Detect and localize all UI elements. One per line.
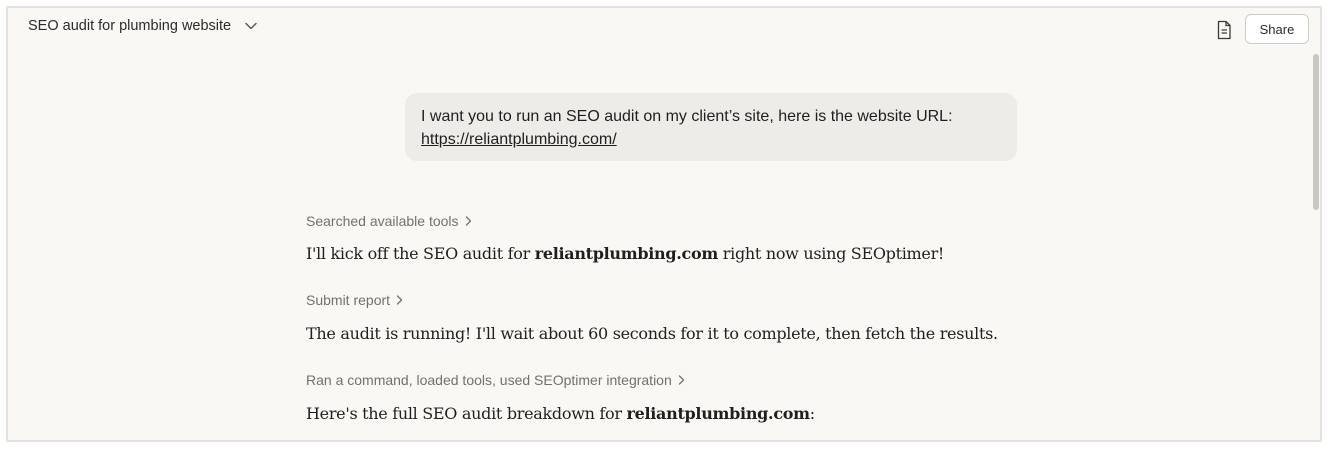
tool-step-submit-report[interactable]: Submit report <box>306 292 403 308</box>
tool-step-label: Submit report <box>306 292 391 308</box>
chevron-right-icon <box>465 216 472 226</box>
chevron-right-icon <box>396 295 403 305</box>
chat-header: SEO audit for plumbing website Share <box>8 8 1320 52</box>
document-icon[interactable] <box>1215 20 1233 40</box>
assistant-message: Here's the full SEO audit breakdown for … <box>306 404 815 423</box>
message-text: Here's the full SEO audit breakdown for <box>306 404 627 423</box>
message-text: right now using SEOptimer! <box>718 244 945 263</box>
chevron-right-icon <box>678 375 685 385</box>
user-message-text: I want you to run an SEO audit on my cli… <box>421 108 953 125</box>
website-url-link[interactable]: https://reliantplumbing.com/ <box>421 131 617 148</box>
assistant-message: The audit is running! I'll wait about 60… <box>306 324 998 343</box>
conversation-title: SEO audit for plumbing website <box>28 18 232 34</box>
tool-step-label: Ran a command, loaded tools, used SEOpti… <box>306 372 672 388</box>
user-message-bubble: I want you to run an SEO audit on my cli… <box>405 93 1017 161</box>
chat-window: SEO audit for plumbing website Share I w… <box>6 6 1322 442</box>
message-text: : <box>809 404 815 423</box>
message-bold-domain: reliantplumbing.com <box>626 404 810 423</box>
share-button[interactable]: Share <box>1245 14 1309 44</box>
assistant-message: I'll kick off the SEO audit for reliantp… <box>306 244 944 263</box>
message-text: I'll kick off the SEO audit for <box>306 244 535 263</box>
message-bold-domain: reliantplumbing.com <box>534 244 719 263</box>
chevron-down-icon <box>245 22 257 30</box>
message-text: The audit is running! I'll wait about 60… <box>306 324 998 343</box>
tool-step-label: Searched available tools <box>306 213 459 229</box>
scrollbar[interactable] <box>1312 52 1320 440</box>
tool-step-ran-command[interactable]: Ran a command, loaded tools, used SEOpti… <box>306 372 685 388</box>
conversation-title-menu[interactable]: SEO audit for plumbing website <box>28 18 257 34</box>
tool-step-searched-tools[interactable]: Searched available tools <box>306 213 472 229</box>
scrollbar-thumb[interactable] <box>1313 54 1319 210</box>
